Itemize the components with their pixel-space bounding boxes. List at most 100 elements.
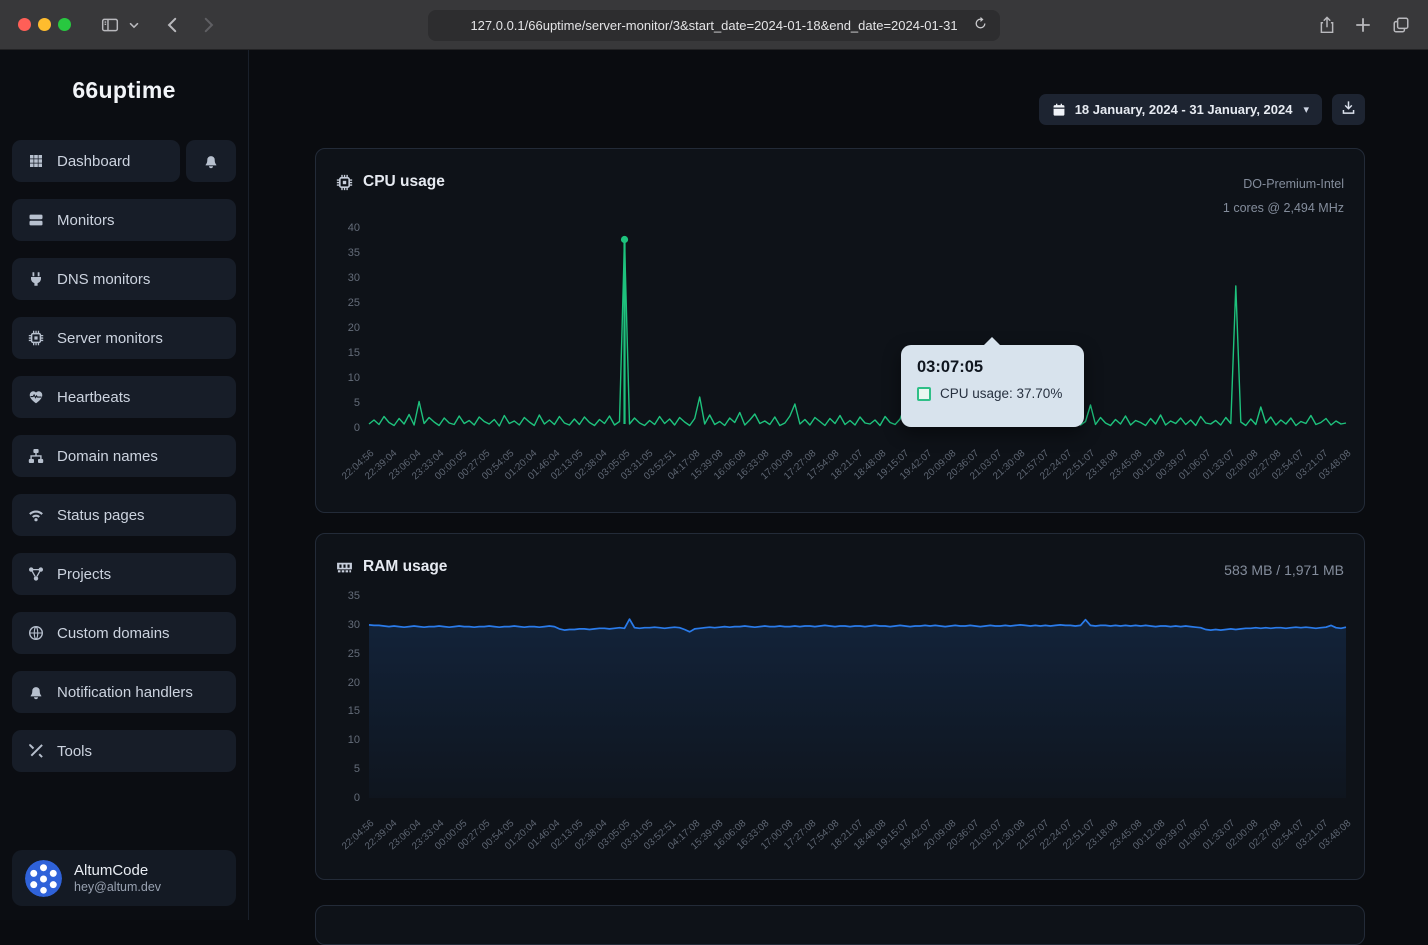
- sidebar-item-label: Projects: [57, 566, 111, 583]
- date-range-picker[interactable]: 18 January, 2024 - 31 January, 2024 ▾: [1039, 94, 1322, 125]
- tooltip-value: CPU usage: 37.70%: [940, 386, 1062, 401]
- reload-icon[interactable]: [973, 16, 991, 34]
- chevron-down-icon[interactable]: [127, 14, 141, 36]
- y-tick-label: 10: [316, 734, 360, 746]
- memory-icon: [336, 559, 353, 576]
- y-tick-label: 0: [316, 792, 360, 804]
- sidebar-item-label: Dashboard: [57, 153, 130, 170]
- download-icon: [1341, 100, 1356, 120]
- y-tick-label: 15: [316, 347, 360, 359]
- sidebar-item-label: Tools: [57, 743, 92, 760]
- data-point-marker: [621, 236, 628, 243]
- y-tick-label: 35: [316, 247, 360, 259]
- ram-usage-value: 583 MB / 1,971 MB: [1224, 562, 1344, 578]
- sidebar-item-label: Heartbeats: [57, 389, 130, 406]
- sidebar-item-domain-names[interactable]: Domain names: [12, 435, 236, 477]
- grid-icon: [27, 153, 44, 170]
- sidebar-item-projects[interactable]: Projects: [12, 553, 236, 595]
- y-tick-label: 30: [316, 272, 360, 284]
- window-minimize-button[interactable]: [38, 18, 51, 31]
- cpu-y-axis: 0510152025303540: [316, 228, 360, 428]
- sidebar-item-monitors[interactable]: Monitors: [12, 199, 236, 241]
- forward-button-icon: [197, 14, 219, 36]
- plug-icon: [27, 271, 44, 288]
- server-icon: [27, 212, 44, 229]
- sidebar-item-label: Domain names: [57, 448, 158, 465]
- new-tab-icon[interactable]: [1352, 14, 1374, 36]
- export-button[interactable]: [1332, 94, 1365, 125]
- cpu-card-title: CPU usage: [363, 173, 445, 191]
- sidebar-item-heartbeats[interactable]: Heartbeats: [12, 376, 236, 418]
- sidebar-item-custom-domains[interactable]: Custom domains: [12, 612, 236, 654]
- url-text: 127.0.0.1/66uptime/server-monitor/3&star…: [470, 18, 957, 33]
- app-logo: 66uptime: [12, 77, 236, 104]
- main-content: 18 January, 2024 - 31 January, 2024 ▾ CP…: [249, 50, 1428, 920]
- sitemap-icon: [27, 448, 44, 465]
- sidebar-item-label: Server monitors: [57, 330, 163, 347]
- y-tick-label: 25: [316, 297, 360, 309]
- sidebar-item-label: Custom domains: [57, 625, 170, 642]
- y-tick-label: 20: [316, 322, 360, 334]
- caret-down-icon: ▾: [1303, 103, 1309, 116]
- heart-icon: [27, 389, 44, 406]
- sidebar: 66uptime Dashboard Monitors DNS monitors Se…: [0, 50, 249, 920]
- server-specs: 1 cores @ 2,494 MHz: [1223, 197, 1344, 221]
- calendar-icon: [1052, 103, 1066, 117]
- y-tick-label: 5: [316, 763, 360, 775]
- next-card-peek: [315, 905, 1365, 945]
- y-tick-label: 10: [316, 372, 360, 384]
- ram-chart[interactable]: [369, 596, 1346, 798]
- browser-chrome: 127.0.0.1/66uptime/server-monitor/3&star…: [0, 0, 1428, 50]
- back-button-icon[interactable]: [162, 14, 184, 36]
- ram-usage-card: RAM usage 583 MB / 1,971 MB 0 5 10 15 20 25 30…: [315, 533, 1365, 880]
- y-tick-label: 35: [316, 590, 360, 602]
- chip-icon: [27, 330, 44, 347]
- wifi-icon: [27, 507, 44, 524]
- y-tick-label: 40: [316, 222, 360, 234]
- ram-y-axis: 05101520253035: [316, 596, 360, 798]
- bell-icon: [27, 684, 44, 701]
- y-tick-label: 25: [316, 648, 360, 660]
- sidebar-item-notification-handlers[interactable]: Notification handlers: [12, 671, 236, 713]
- sidebar-item-tools[interactable]: Tools: [12, 730, 236, 772]
- sidebar-item-server-monitors[interactable]: Server monitors: [12, 317, 236, 359]
- chart-tooltip: 03:07:05 CPU usage: 37.70%: [901, 345, 1084, 427]
- account-card[interactable]: AltumCode hey@altum.dev: [12, 850, 236, 906]
- y-tick-label: 30: [316, 619, 360, 631]
- cpu-chip-icon: [336, 174, 353, 191]
- y-tick-label: 0: [316, 422, 360, 434]
- sidebar-item-label: Status pages: [57, 507, 145, 524]
- y-tick-label: 5: [316, 397, 360, 409]
- nodes-icon: [27, 566, 44, 583]
- share-icon[interactable]: [1316, 14, 1338, 36]
- series-swatch: [917, 387, 931, 401]
- account-name: AltumCode: [74, 862, 161, 881]
- date-range-text: 18 January, 2024 - 31 January, 2024: [1075, 102, 1293, 117]
- notifications-button[interactable]: [186, 140, 236, 182]
- globe-icon: [27, 625, 44, 642]
- server-name: DO-Premium-Intel: [1223, 173, 1344, 197]
- tab-overview-icon[interactable]: [1390, 14, 1412, 36]
- sidebar-item-dashboard[interactable]: Dashboard: [12, 140, 180, 182]
- sidebar-toggle-icon[interactable]: [99, 14, 121, 36]
- cpu-chart[interactable]: 03:07:05 CPU usage: 37.70%: [369, 228, 1346, 428]
- cpu-usage-card: CPU usage DO-Premium-Intel 1 cores @ 2,4…: [315, 148, 1365, 513]
- window-close-button[interactable]: [18, 18, 31, 31]
- sidebar-item-label: Monitors: [57, 212, 115, 229]
- sidebar-item-dns-monitors[interactable]: DNS monitors: [12, 258, 236, 300]
- sidebar-item-status-pages[interactable]: Status pages: [12, 494, 236, 536]
- y-tick-label: 15: [316, 705, 360, 717]
- ram-card-title: RAM usage: [363, 558, 447, 576]
- tooltip-arrow: [983, 337, 1001, 346]
- bell-icon: [203, 153, 220, 170]
- cpu-x-axis: 22:04:5622:39:0423:06:0423:33:0400:00:05…: [369, 437, 1346, 515]
- y-tick-label: 20: [316, 677, 360, 689]
- avatar: [25, 860, 62, 897]
- sidebar-item-label: DNS monitors: [57, 271, 150, 288]
- sidebar-item-label: Notification handlers: [57, 684, 193, 701]
- window-zoom-button[interactable]: [58, 18, 71, 31]
- address-bar[interactable]: 127.0.0.1/66uptime/server-monitor/3&star…: [428, 10, 1000, 41]
- ram-x-axis: 22:04:5622:39:0423:06:0423:33:0400:00:05…: [369, 807, 1346, 885]
- account-email: hey@altum.dev: [74, 880, 161, 894]
- tools-icon: [27, 743, 44, 760]
